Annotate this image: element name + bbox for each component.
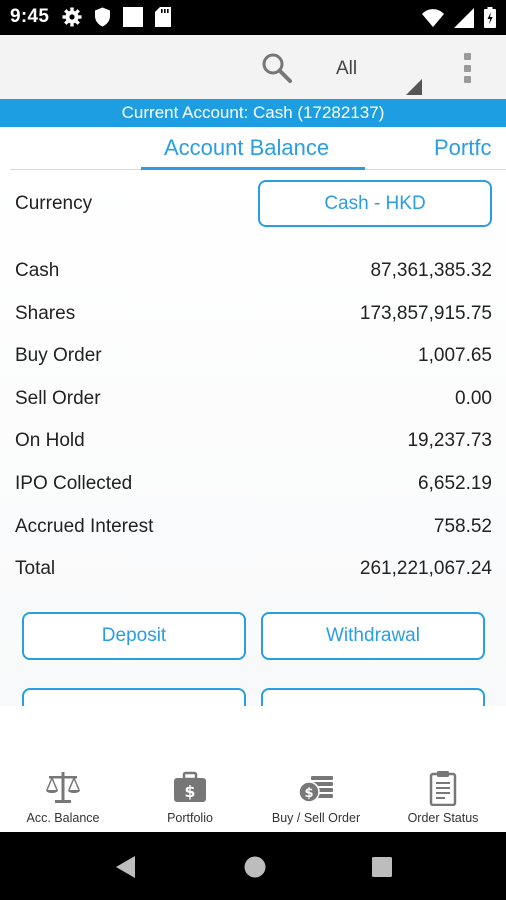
wifi-icon: [422, 8, 444, 27]
account-filter-select[interactable]: All: [322, 47, 424, 97]
sell-order-value: 0.00: [455, 388, 492, 409]
ipo-collected-label: IPO Collected: [15, 473, 133, 494]
accrued-interest-label: Accrued Interest: [15, 516, 154, 537]
square-icon: [123, 7, 143, 27]
shares-label: Shares: [15, 303, 76, 324]
nav-order-status[interactable]: Order Status: [380, 766, 506, 832]
settings-icon: [62, 7, 82, 27]
sell-order-label: Sell Order: [15, 388, 101, 409]
nav-acc-balance[interactable]: Acc. Balance: [0, 766, 126, 832]
tab-active-indicator: [141, 167, 365, 170]
more-vert-icon-dot: [463, 76, 471, 83]
scale-icon: [46, 772, 80, 803]
tab-account-balance[interactable]: Account Balance: [164, 135, 329, 161]
deposit-button[interactable]: Deposit: [22, 612, 246, 660]
system-navigation-bar: [0, 832, 506, 900]
nav-portfolio[interactable]: $ Portfolio: [127, 766, 253, 832]
search-icon: [262, 53, 292, 83]
on-hold-value: 19,237.73: [407, 430, 492, 451]
buy-order-value: 1,007.65: [418, 345, 492, 366]
nav-label-portfolio: Portfolio: [167, 811, 213, 825]
svg-text:$: $: [304, 786, 313, 801]
recents-icon[interactable]: [369, 854, 395, 880]
nav-buy-sell-order[interactable]: $ Buy / Sell Order: [253, 766, 379, 832]
currency-label: Currency: [15, 193, 93, 214]
battery-icon: [484, 7, 496, 28]
more-vert-icon: [463, 53, 471, 60]
more-action-button-left[interactable]: [22, 688, 246, 706]
currency-select-button[interactable]: Cash - HKD: [258, 180, 492, 227]
cash-value: 87,361,385.32: [370, 260, 492, 281]
sd-card-icon: [155, 7, 171, 27]
bottom-navigation: Acc. Balance $ Portfolio $ Buy / Sell Or…: [0, 766, 506, 832]
on-hold-label: On Hold: [15, 430, 85, 451]
coins-icon: $: [298, 776, 333, 803]
status-right-icons: [422, 7, 496, 28]
shield-icon: [95, 7, 110, 27]
back-icon[interactable]: [113, 854, 139, 880]
more-action-button-right[interactable]: [261, 688, 485, 706]
filter-value: All: [336, 58, 358, 79]
tab-bar: Account Balance Portfc: [0, 127, 506, 171]
home-icon[interactable]: [242, 854, 268, 880]
accrued-interest-value: 758.52: [433, 516, 492, 537]
briefcase-dollar-icon: $: [174, 771, 206, 802]
buy-order-label: Buy Order: [15, 345, 102, 366]
signal-icon: [454, 7, 474, 28]
more-options-button[interactable]: [456, 51, 478, 85]
nav-label-acc-balance: Acc. Balance: [26, 811, 100, 825]
current-account-bar: Current Account: Cash (17282137): [0, 99, 506, 127]
app-bar: All: [0, 35, 506, 99]
nav-label-buy-sell-order: Buy / Sell Order: [271, 811, 361, 825]
total-label: Total: [15, 558, 56, 579]
more-vert-icon-dot: [463, 64, 471, 72]
clipboard-icon: [429, 771, 457, 806]
status-left-icons: [62, 7, 171, 27]
cash-label: Cash: [15, 260, 60, 281]
status-time: 9:45: [10, 6, 50, 27]
search-button[interactable]: [260, 51, 294, 85]
nav-label-order-status: Order Status: [407, 811, 479, 825]
dropdown-arrow-icon: [406, 79, 422, 95]
account-balance-panel: Currency Cash - HKD Cash 87,361,385.32 S…: [0, 171, 506, 706]
status-bar: 9:45: [0, 0, 506, 35]
svg-text:$: $: [184, 782, 195, 801]
total-value: 261,221,067.24: [359, 558, 492, 579]
tab-portfolio[interactable]: Portfc: [434, 135, 491, 161]
ipo-collected-value: 6,652.19: [418, 473, 492, 494]
shares-value: 173,857,915.75: [359, 303, 492, 324]
withdrawal-button[interactable]: Withdrawal: [261, 612, 485, 660]
